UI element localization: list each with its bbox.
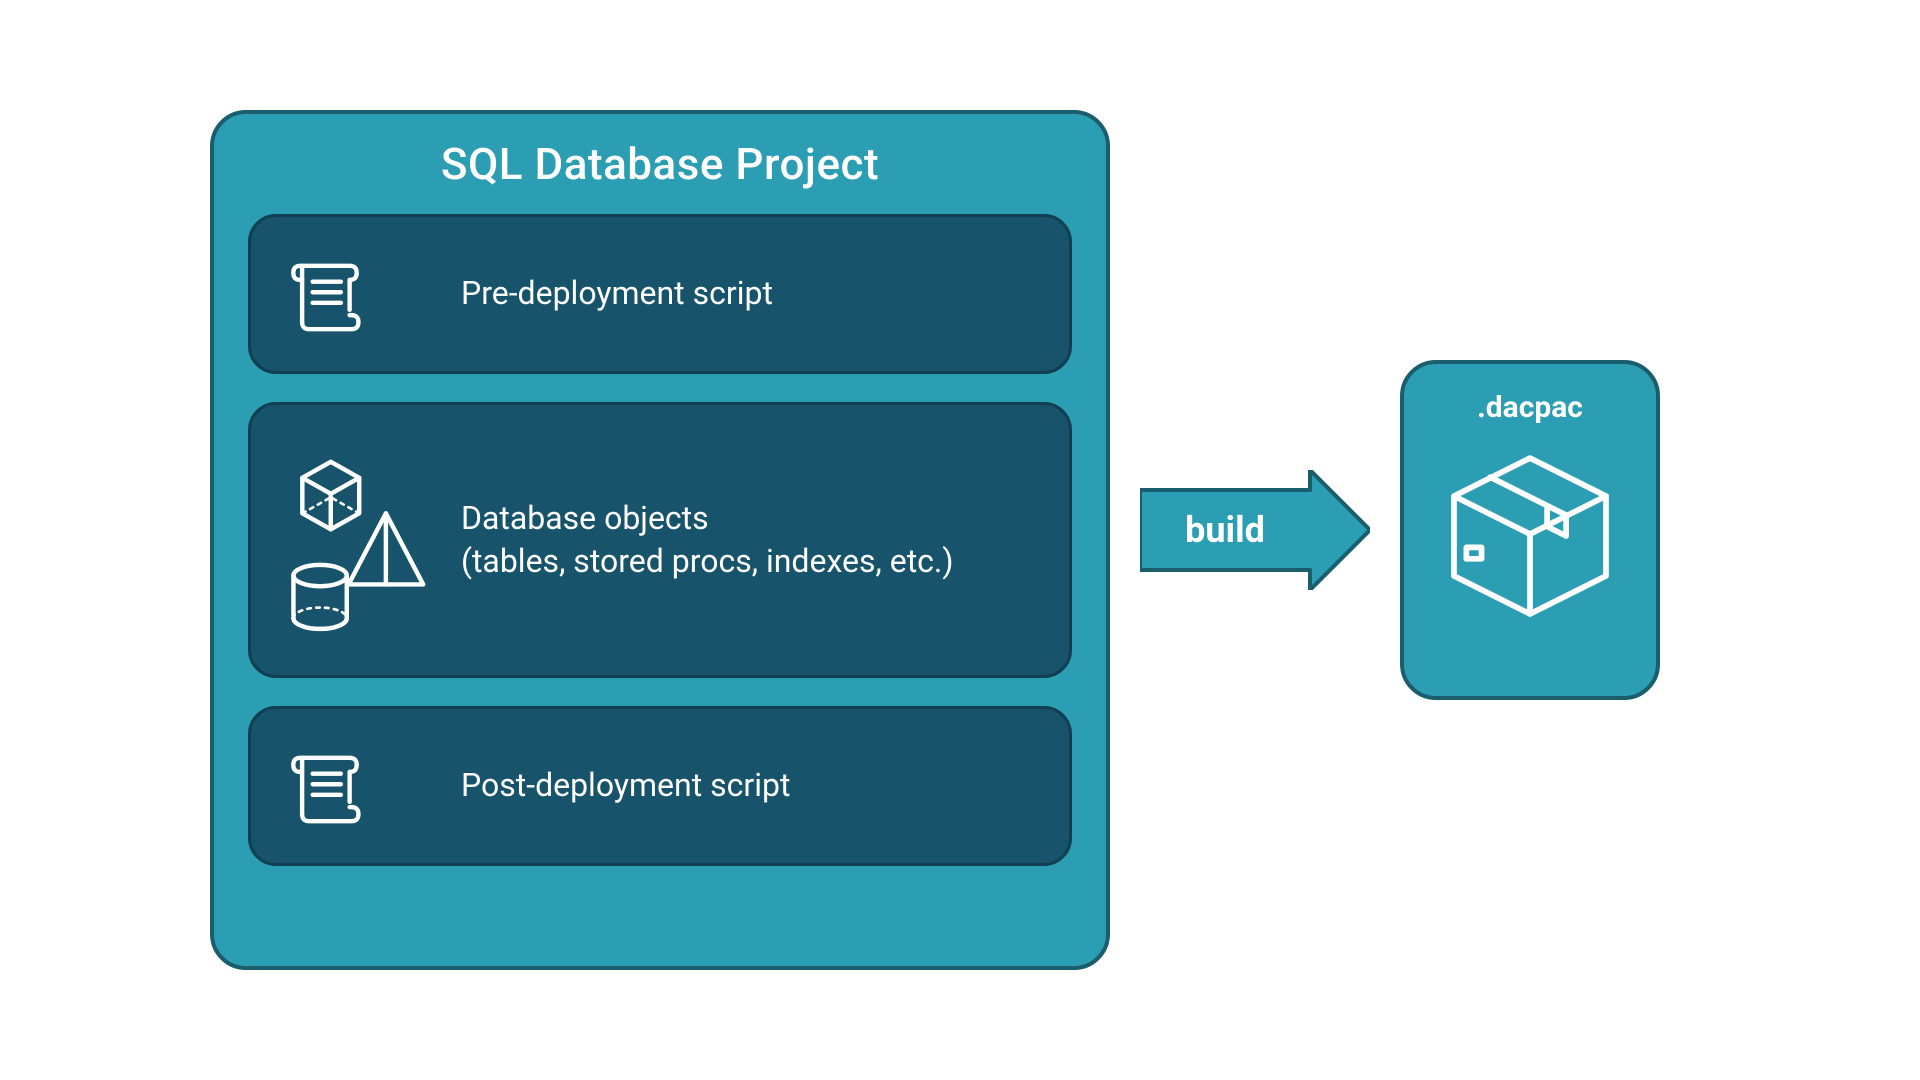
build-arrow-label: build <box>1140 470 1310 590</box>
dacpac-box: .dacpac <box>1400 360 1660 700</box>
sql-project-container: SQL Database Project Pre-de <box>210 110 1110 970</box>
db-objects-line2: (tables, stored procs, indexes, etc.) <box>461 542 953 580</box>
script-scroll-icon <box>281 738 461 834</box>
post-deployment-label: Post-deployment script <box>461 764 790 807</box>
pre-deployment-label: Pre-deployment script <box>461 272 773 315</box>
diagram-canvas: SQL Database Project Pre-de <box>210 110 1710 970</box>
dacpac-label: .dacpac <box>1477 390 1583 425</box>
database-objects-card: Database objects (tables, stored procs, … <box>248 402 1072 678</box>
pre-deployment-card: Pre-deployment script <box>248 214 1072 374</box>
database-objects-label: Database objects (tables, stored procs, … <box>461 497 953 583</box>
post-deployment-card: Post-deployment script <box>248 706 1072 866</box>
db-objects-line1: Database objects <box>461 499 709 537</box>
db-objects-shapes-icon <box>281 435 461 645</box>
cards-column: Pre-deployment script <box>248 214 1072 932</box>
script-scroll-icon <box>281 246 461 342</box>
project-title: SQL Database Project <box>248 138 1072 190</box>
build-arrow: build <box>1140 470 1370 590</box>
package-box-icon <box>1435 441 1625 635</box>
